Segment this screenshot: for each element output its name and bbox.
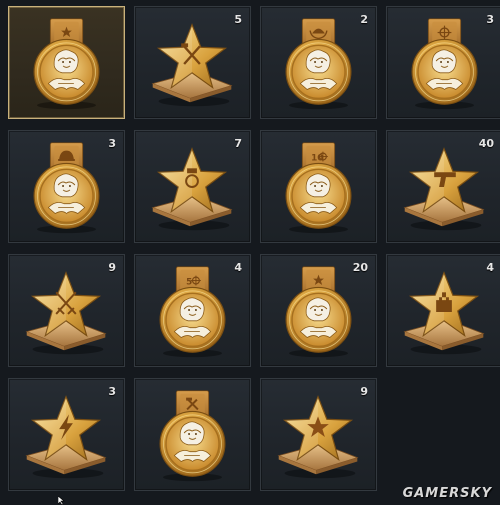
medal-icon: 10 — [261, 131, 376, 242]
empty-slot — [386, 378, 500, 491]
medal-tile-crosshair-10[interactable]: 10 — [260, 130, 377, 243]
star-award-icon — [135, 7, 250, 118]
star-award-tile-pistol[interactable]: 40 — [386, 130, 500, 243]
medal-tile-hammer[interactable] — [134, 378, 251, 491]
award-count: 3 — [486, 13, 494, 26]
watermark: GAMERSKY — [402, 486, 492, 501]
award-count: 7 — [234, 137, 242, 150]
star-award-tile-crossed-swords[interactable]: 9 — [8, 254, 125, 367]
star-award-tile-star-inset[interactable]: 9 — [260, 378, 377, 491]
award-count: 5 — [234, 13, 242, 26]
medal-icon — [135, 379, 250, 490]
medal-icon: 5 — [135, 255, 250, 366]
star-award-icon — [261, 379, 376, 490]
mouse-cursor-icon — [58, 496, 65, 505]
star-award-icon — [9, 255, 124, 366]
medal-tile-helmet[interactable]: 3 — [8, 130, 125, 243]
medal-tile-crosshair-5[interactable]: 5 4 — [134, 254, 251, 367]
award-count: 3 — [108, 385, 116, 398]
awards-grid: 5 2 3 3 7 10 40 9 5 4 20 4 3 9 — [0, 0, 500, 505]
star-award-tile-lightning[interactable]: 3 — [8, 378, 125, 491]
medal-tile-helmet-wreath[interactable]: 2 — [260, 6, 377, 119]
award-count: 9 — [108, 261, 116, 274]
medal-icon — [9, 7, 124, 118]
award-count: 4 — [486, 261, 494, 274]
medal-icon — [261, 7, 376, 118]
award-count: 2 — [360, 13, 368, 26]
tab-number: 5 — [186, 277, 192, 287]
star-award-icon — [9, 379, 124, 490]
star-award-tile-crossed-tools[interactable]: 5 — [134, 6, 251, 119]
award-count: 3 — [108, 137, 116, 150]
medal-icon — [9, 131, 124, 242]
star-award-icon — [135, 131, 250, 242]
medal-tile-star[interactable] — [8, 6, 125, 119]
award-count: 40 — [478, 137, 494, 150]
medal-tile-crosshair[interactable]: 3 — [386, 6, 500, 119]
medal-tile-star[interactable]: 20 — [260, 254, 377, 367]
star-award-tile-medal[interactable]: 7 — [134, 130, 251, 243]
tab-number: 10 — [311, 153, 323, 163]
star-award-tile-fortress[interactable]: 4 — [386, 254, 500, 367]
award-count: 4 — [234, 261, 242, 274]
star-award-icon — [387, 255, 500, 366]
medal-icon — [387, 7, 500, 118]
award-count: 20 — [352, 261, 368, 274]
award-count: 9 — [360, 385, 368, 398]
